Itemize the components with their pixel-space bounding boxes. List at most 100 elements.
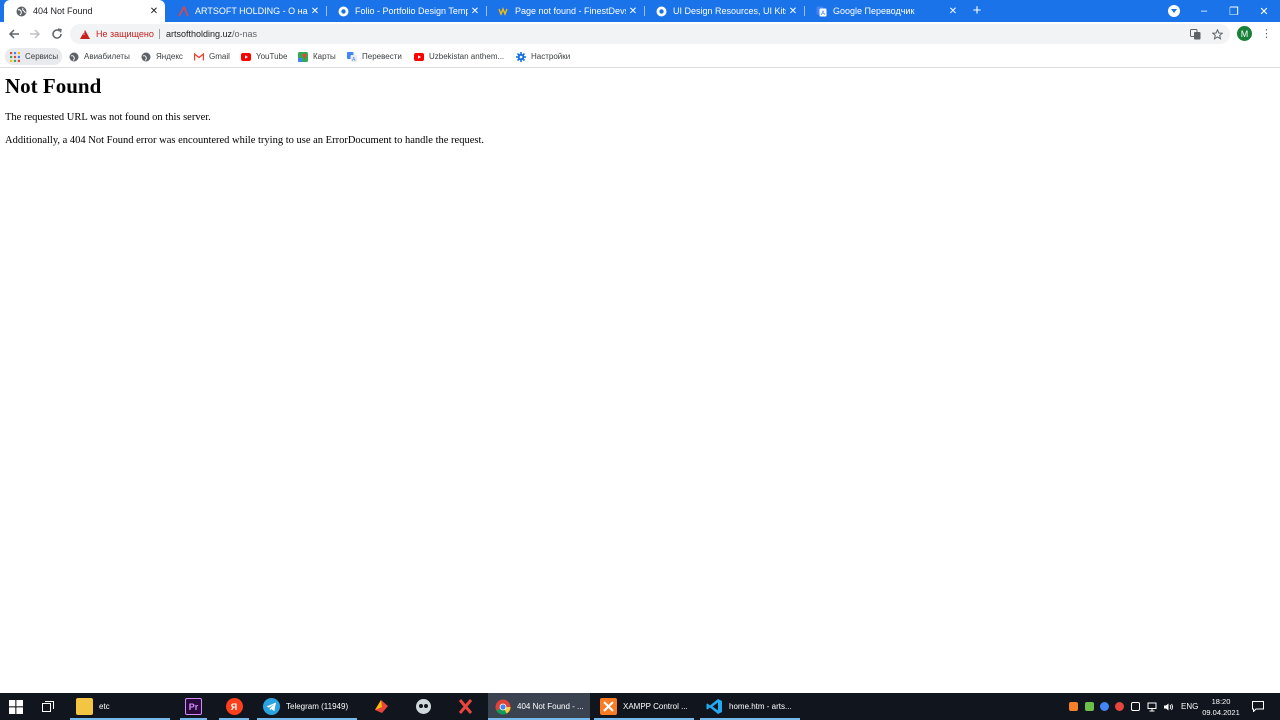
menu-kebab-icon[interactable]: ⋮ (1261, 26, 1272, 42)
back-button[interactable] (5, 25, 23, 43)
security-indicator[interactable]: Не защищено (80, 24, 154, 44)
tab-404-not-found[interactable]: 404 Not Found ✕ (4, 0, 165, 22)
security-label: Не защищено (96, 29, 154, 39)
bookmark-label: Карты (313, 52, 336, 61)
close-tab-icon[interactable]: ✕ (468, 4, 482, 18)
tab-artsoft-holding[interactable]: ARTSOFT HOLDING - О нас ✕ (166, 0, 326, 22)
minimize-button[interactable]: – (1189, 0, 1219, 22)
clock-time: 18:20 (1211, 697, 1231, 706)
tab-finestdevs[interactable]: Page not found - FinestDevs ✕ (486, 0, 644, 22)
tab-search-button[interactable] (1168, 5, 1180, 17)
new-tab-button[interactable]: + (969, 3, 985, 19)
windows-taskbar: etc Pr Я Telegram (11949) 404 Not Found … (0, 693, 1280, 720)
close-window-button[interactable]: ✕ (1249, 0, 1279, 22)
translate-icon: A (346, 51, 357, 62)
bookmark-maps[interactable]: Карты (293, 48, 340, 65)
maximize-button[interactable]: ❐ (1219, 0, 1249, 22)
telegram-icon (263, 698, 280, 715)
warning-icon (80, 29, 90, 39)
close-tab-icon[interactable]: ✕ (786, 4, 800, 18)
site-icon (338, 6, 349, 17)
taskbar-app-pinned-1[interactable] (366, 693, 396, 720)
youtube-icon (240, 51, 251, 62)
bookmark-label: Uzbekistan anthem... (429, 52, 505, 61)
close-tab-icon[interactable]: ✕ (626, 4, 640, 18)
folder-icon (76, 698, 93, 715)
close-tab-icon[interactable]: ✕ (147, 4, 161, 18)
translate-page-icon[interactable] (1188, 27, 1202, 41)
bookmark-settings[interactable]: Настройки (511, 48, 574, 65)
taskbar-app-premiere[interactable]: Pr (180, 693, 207, 720)
globe-icon (16, 6, 27, 17)
taskbar-app-pinned-2[interactable] (408, 693, 438, 720)
url-host: artsoftholding.uz (166, 29, 233, 39)
bookmark-services[interactable]: Сервисы (5, 48, 63, 65)
system-clock[interactable]: 18:20 09.04.2021 (1200, 696, 1242, 718)
tab-title: ARTSOFT HOLDING - О нас (195, 6, 308, 16)
network-icon[interactable] (1147, 693, 1158, 720)
tab-title: Google Переводчик (833, 6, 915, 16)
gmail-icon (193, 51, 204, 62)
taskbar-app-pinned-3[interactable] (450, 693, 480, 720)
bookmark-star-icon[interactable] (1210, 27, 1224, 41)
yandex-browser-icon: Я (225, 698, 243, 715)
reload-icon (52, 28, 62, 39)
task-view-button[interactable] (38, 693, 58, 720)
tab-title: 404 Not Found (33, 6, 93, 16)
app-arrow-icon (373, 698, 390, 715)
bookmark-aviabilety[interactable]: Авиабилеты (64, 48, 134, 65)
clock-date: 09.04.2021 (1202, 708, 1240, 717)
tray-nvidia-icon[interactable] (1085, 702, 1094, 711)
taskbar-app-explorer[interactable]: etc (70, 693, 170, 720)
url-text[interactable]: artsoftholding.uz/o-nas (166, 24, 257, 44)
tab-google-translate[interactable]: A Google Переводчик ✕ (804, 0, 964, 22)
tab-ui-design-resources[interactable]: UI Design Resources, UI Kits, Wireframes… (644, 0, 804, 22)
close-tab-icon[interactable]: ✕ (946, 4, 960, 18)
bookmark-youtube[interactable]: YouTube (236, 48, 291, 65)
tab-title: UI Design Resources, UI Kits, Wireframes (673, 6, 786, 16)
taskbar-app-label: etc (99, 702, 110, 711)
xampp-icon (600, 698, 617, 715)
windows-logo-icon (9, 699, 23, 714)
task-view-icon (42, 701, 54, 712)
site-icon (656, 6, 667, 17)
bookmark-gmail[interactable]: Gmail (189, 48, 234, 65)
taskbar-app-label: Telegram (11949) (286, 702, 349, 711)
taskbar-app-chrome[interactable]: 404 Not Found - ... (488, 693, 590, 720)
start-button[interactable] (4, 693, 28, 720)
taskbar-app-yandex-browser[interactable]: Я (219, 693, 249, 720)
taskbar-app-telegram[interactable]: Telegram (11949) (257, 693, 357, 720)
google-translate-icon: A (816, 6, 827, 17)
taskbar-app-vscode[interactable]: home.htm - arts... (700, 693, 800, 720)
apps-grid-icon (9, 51, 20, 62)
notifications-icon[interactable] (1252, 693, 1264, 720)
error-message: The requested URL was not found on this … (5, 112, 211, 123)
url-path: /o-nas (232, 29, 258, 39)
close-tab-icon[interactable]: ✕ (308, 4, 322, 18)
reload-button[interactable] (48, 25, 66, 43)
address-bar[interactable]: Не защищено artsoftholding.uz/o-nas (70, 24, 1230, 44)
bookmark-label: Сервисы (25, 52, 59, 61)
tray-app-icon[interactable] (1069, 702, 1078, 711)
volume-icon[interactable] (1163, 693, 1174, 720)
tab-strip: 404 Not Found ✕ ARTSOFT HOLDING - О нас … (0, 0, 1280, 22)
tray-chrome-icon[interactable] (1100, 702, 1109, 711)
omnibox-divider (159, 29, 160, 39)
tray-usb-icon[interactable] (1131, 702, 1140, 711)
maps-icon (297, 51, 308, 62)
tab-title: Folio - Portfolio Design Template (355, 6, 468, 16)
language-indicator[interactable]: ENG (1181, 693, 1198, 720)
bookmark-label: YouTube (256, 52, 288, 61)
gear-icon (515, 51, 526, 62)
taskbar-app-xampp[interactable]: XAMPP Control ... (594, 693, 694, 720)
bookmark-label: Перевести (362, 52, 402, 61)
forward-button[interactable] (26, 25, 44, 43)
bookmark-label: Яндекс (156, 52, 183, 61)
profile-avatar[interactable]: M (1237, 26, 1252, 41)
tray-antivirus-icon[interactable] (1115, 702, 1124, 711)
tab-folio[interactable]: Folio - Portfolio Design Template ✕ (326, 0, 486, 22)
bookmark-translate[interactable]: A Перевести (342, 48, 406, 65)
bookmark-yandex[interactable]: Яндекс (136, 48, 187, 65)
bookmark-uzbekistan-anthem[interactable]: Uzbekistan anthem... (409, 48, 508, 65)
app-cloud-icon (415, 698, 432, 715)
